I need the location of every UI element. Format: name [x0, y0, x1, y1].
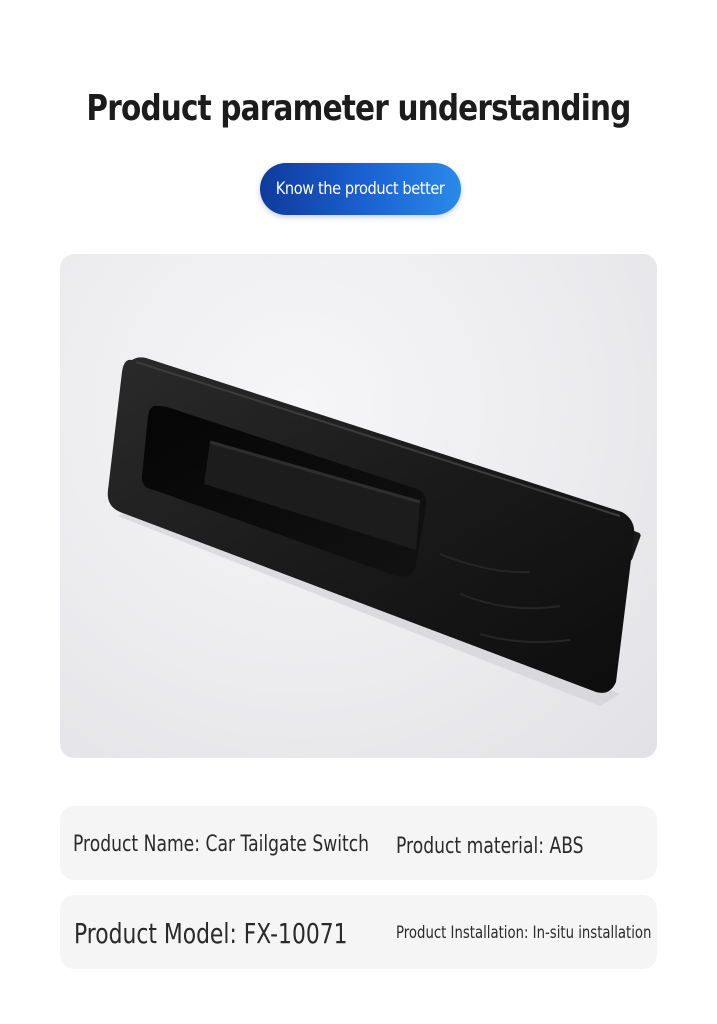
page-title: Product parameter understanding — [86, 88, 631, 129]
know-product-label: Know the product better — [276, 179, 445, 199]
know-product-badge: Know the product better — [260, 163, 461, 215]
product-model: Product Model: FX-10071 — [74, 917, 348, 950]
tailgate-switch-icon — [107, 357, 641, 706]
product-material: Product material: ABS — [396, 834, 584, 859]
product-installation: Product Installation: In-situ installati… — [396, 923, 652, 943]
params-card-2: Product Model: FX-10071 Product Installa… — [60, 895, 657, 969]
params-card-1: Product Name: Car Tailgate Switch Produc… — [60, 806, 657, 880]
product-name: Product Name: Car Tailgate Switch — [73, 832, 370, 857]
product-photo — [60, 254, 657, 758]
